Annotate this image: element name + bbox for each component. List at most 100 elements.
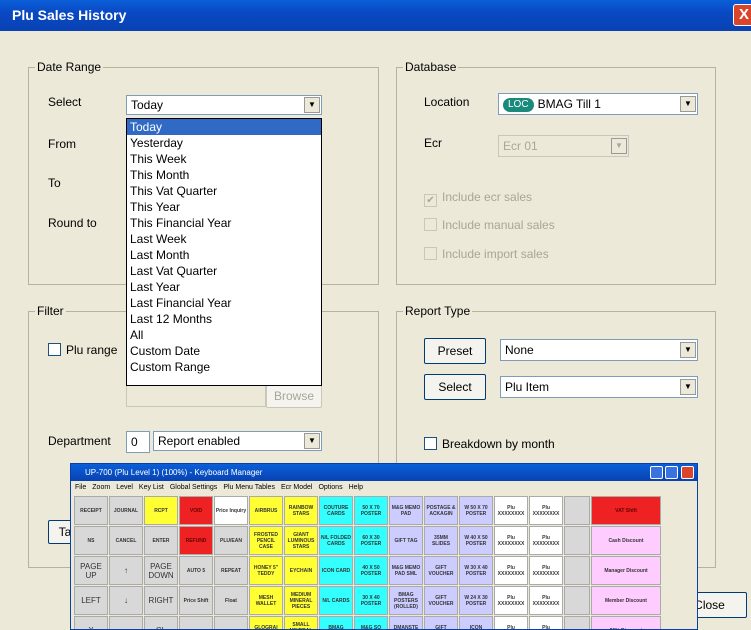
km-menu-item[interactable]: Zoom [92,484,110,491]
keyboard-key[interactable]: 30 X 40 POSTER [354,586,388,615]
department-combo[interactable]: Report enabled ▼ [153,431,322,451]
select-button[interactable]: Select [424,374,486,400]
keyboard-key[interactable]: PAGE UP [74,556,108,585]
checkbox-box[interactable] [424,437,437,450]
dropdown-option[interactable]: Last Month [127,247,321,263]
keyboard-key[interactable]: Plu XXXXXXXX [494,496,528,525]
km-menu-item[interactable]: Options [318,484,342,491]
keyboard-key[interactable]: Member Discount [591,586,661,615]
department-field[interactable]: 0 [126,431,150,453]
chevron-down-icon[interactable]: ▼ [680,379,696,395]
location-combo[interactable]: LOC BMAG Till 1 ▼ [498,93,698,115]
keyboard-key[interactable]: Plu XXXXXXXX [529,586,563,615]
keyboard-key[interactable]: Plu XXXXXXXX [494,586,528,615]
breakdown-checkbox[interactable]: Breakdown by month [424,437,555,451]
include-manual-checkbox[interactable]: Include manual sales [424,218,555,232]
keyboard-key[interactable] [564,556,590,585]
keyboard-key[interactable]: REFUND [179,526,213,555]
km-menu-item[interactable]: Ecr Model [281,484,313,491]
checkbox-box[interactable] [48,343,61,356]
keyboard-key[interactable]: CANCEL [109,526,143,555]
km-menu-item[interactable]: File [75,484,86,491]
keyboard-key[interactable]: DMANSTE CARD [389,616,423,629]
include-ecr-checkbox[interactable]: ✔ Include ecr sales [424,190,532,207]
keyboard-key[interactable]: Plu XXXXXXXX [529,556,563,585]
keyboard-key[interactable]: GIANT LUMINOUS STARS [284,526,318,555]
keyboard-key[interactable]: MESH WALLET [249,586,283,615]
keyboard-key[interactable]: W 30 X 40 POSTER [459,556,493,585]
keyboard-key[interactable]: COUTURE CARDS [319,496,353,525]
keyboard-key[interactable]: FROSTED PENCIL CASE [249,526,283,555]
dropdown-option[interactable]: Yesterday [127,135,321,151]
date-select-dropdown[interactable]: Today Yesterday This Week This Month This Va… [126,118,322,386]
keyboard-key[interactable]: M&G MEMO PAD [389,496,423,525]
minimize-icon[interactable] [650,466,663,479]
keyboard-key[interactable]: Price Inquiry [214,496,248,525]
km-menu-item[interactable]: Key List [139,484,164,491]
keyboard-key[interactable]: Plu XXXXXXXX [529,496,563,525]
keyboard-key[interactable]: N/L CARDS [319,586,353,615]
chevron-down-icon[interactable]: ▼ [611,138,627,154]
keyboard-key[interactable]: AIRBRUS [249,496,283,525]
dropdown-option[interactable]: Last Financial Year [127,295,321,311]
keyboard-key[interactable]: JOURNAL [109,496,143,525]
dropdown-option[interactable]: This Week [127,151,321,167]
keyboard-key[interactable] [564,586,590,615]
keyboard-key[interactable]: GIFT TAG [389,526,423,555]
keyboard-key[interactable]: W 50 X 70 POSTER [459,496,493,525]
dropdown-option[interactable]: Last Week [127,231,321,247]
chevron-down-icon[interactable]: ▼ [304,97,320,113]
chevron-down-icon[interactable]: ▼ [304,433,320,449]
keyboard-key[interactable]: REPEAT [214,556,248,585]
keyboard-key[interactable]: Plu XXXXXXXX [529,616,563,629]
dropdown-option[interactable]: Last Vat Quarter [127,263,321,279]
keyboard-key[interactable]: M&G SQ CARD [354,616,388,629]
keyboard-key[interactable]: 50 X 70 POSTER [354,496,388,525]
keyboard-key[interactable]: Price Shift [179,586,213,615]
keyboard-key[interactable]: AUTO 5 [179,556,213,585]
preset-button[interactable]: Preset [424,338,486,364]
keyboard-key[interactable] [179,616,213,629]
keyboard-key[interactable]: GIFT VOUCHER [424,586,458,615]
keyboard-key[interactable]: GIFT VOUCHER [424,616,458,629]
keyboard-key[interactable]: RCPT [144,496,178,525]
plu-range-checkbox[interactable]: Plu range [48,343,117,357]
dropdown-option[interactable]: This Financial Year [127,215,321,231]
keyboard-key[interactable] [564,526,590,555]
keyboard-key[interactable]: Plu XXXXXXXX [529,526,563,555]
preset-combo[interactable]: None ▼ [500,339,698,361]
keyboard-key[interactable]: ICON POSTER [459,616,493,629]
chevron-down-icon[interactable]: ▼ [680,342,696,358]
keyboard-key[interactable]: VAT Shift [591,496,661,525]
dropdown-option[interactable]: Today [127,119,321,135]
keyboard-key[interactable]: PLU/EAN [214,526,248,555]
keyboard-key[interactable]: BMAG POSTERS (ROLLED) [389,586,423,615]
keyboard-key[interactable]: POSTAGE & ACKAGIN [424,496,458,525]
keyboard-key[interactable] [214,616,248,629]
keyboard-key[interactable]: W 40 X 50 POSTER [459,526,493,555]
keyboard-key[interactable]: Plu XXXXXXXX [494,556,528,585]
keyboard-key[interactable] [564,616,590,629]
keyboard-key[interactable]: RECEIPT [74,496,108,525]
keyboard-key[interactable]: RIGHT [144,586,178,615]
dropdown-option[interactable]: This Year [127,199,321,215]
keyboard-manager-window[interactable]: UP-700 (Plu Level 1) (100%) - Keyboard M… [70,463,698,630]
keyboard-key[interactable]: Plu XXXXXXXX [494,616,528,629]
dropdown-option[interactable]: All [127,327,321,343]
dropdown-option[interactable]: Custom Date [127,343,321,359]
keyboard-key[interactable]: W 24 X 30 POSTER [459,586,493,615]
keyboard-key[interactable] [564,496,590,525]
keyboard-key[interactable]: PAGE DOWN [144,556,178,585]
keyboard-key[interactable]: SMALL MINERAL PIECES [284,616,318,629]
maximize-icon[interactable] [665,466,678,479]
keyboard-key[interactable]: VOID [179,496,213,525]
plu-range-field[interactable] [126,385,266,407]
keyboard-key[interactable]: ICON CARD [319,556,353,585]
checkbox-box[interactable] [424,247,437,260]
keyboard-key[interactable]: EYCHAIN [284,556,318,585]
keyboard-key[interactable]: MEDIUM MINERAL PIECES [284,586,318,615]
keyboard-key[interactable]: GIFT VOUCHER [424,556,458,585]
keyboard-key[interactable]: 60 X 30 POSTER [354,526,388,555]
dropdown-option[interactable]: Last Year [127,279,321,295]
km-menu-item[interactable]: Level [116,484,133,491]
